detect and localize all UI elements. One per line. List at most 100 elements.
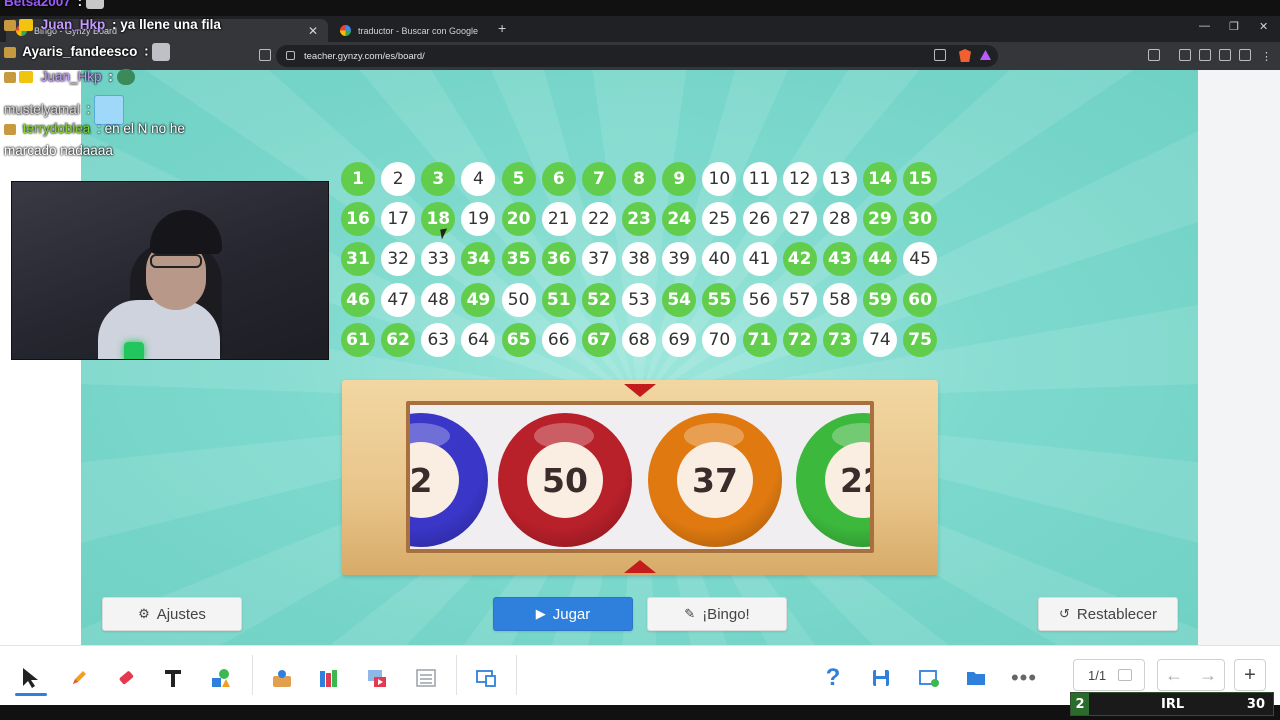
vpn-icon[interactable] (1239, 49, 1251, 61)
bingo-number-61[interactable]: 61 (341, 322, 375, 357)
bingo-number-27[interactable]: 27 (782, 202, 817, 237)
bingo-number-12[interactable]: 12 (782, 162, 817, 196)
page-indicator[interactable]: 1/1 (1073, 659, 1145, 691)
folder-icon[interactable] (964, 666, 988, 690)
bingo-number-55[interactable]: 55 (702, 282, 737, 317)
bingo-number-22[interactable]: 22 (581, 202, 616, 237)
prev-page-icon[interactable]: ← (1158, 659, 1190, 691)
bingo-number-59[interactable]: 59 (862, 282, 897, 317)
bingo-number-29[interactable]: 29 (862, 202, 897, 237)
more-icon[interactable]: ••• (1011, 665, 1036, 690)
bingo-number-60[interactable]: 60 (903, 282, 938, 317)
bingo-number-8[interactable]: 8 (622, 162, 657, 196)
bookmark-icon[interactable] (259, 49, 271, 61)
bingo-number-70[interactable]: 70 (702, 322, 737, 357)
bingo-number-7[interactable]: 7 (581, 162, 616, 196)
bingo-label: ¡Bingo! (702, 605, 750, 623)
share-icon[interactable] (934, 49, 946, 61)
bingo-number-2[interactable]: 2 (381, 162, 416, 196)
bingo-number-13[interactable]: 13 (822, 162, 857, 196)
bingo-number-51[interactable]: 51 (541, 282, 576, 317)
bingo-number-5[interactable]: 5 (501, 162, 536, 196)
sub-badge-icon (4, 46, 16, 58)
settings-button[interactable]: ⚙ Ajustes (102, 597, 242, 631)
irl-label: IRL (1161, 696, 1185, 712)
bingo-number-68[interactable]: 68 (622, 322, 657, 357)
bingo-button[interactable]: ✎ ¡Bingo! (647, 597, 787, 631)
reader-icon[interactable] (1148, 49, 1160, 61)
bingo-number-11[interactable]: 11 (742, 162, 777, 196)
minimize-icon[interactable]: — (1199, 20, 1210, 32)
add-image-icon[interactable] (917, 666, 941, 690)
bingo-number-26[interactable]: 26 (742, 202, 777, 237)
bingo-number-28[interactable]: 28 (822, 202, 857, 237)
sidebar-icon[interactable] (1179, 49, 1191, 61)
bingo-number-48[interactable]: 48 (421, 282, 456, 317)
bingo-number-49[interactable]: 49 (461, 282, 496, 317)
ai-icon[interactable] (1219, 49, 1231, 61)
bingo-number-20[interactable]: 20 (501, 202, 536, 237)
media-icon[interactable] (365, 666, 389, 690)
next-page-icon[interactable]: → (1192, 659, 1224, 691)
tab-traductor[interactable]: traductor - Buscar con Google (330, 19, 490, 42)
bingo-number-72[interactable]: 72 (782, 322, 817, 357)
bingo-number-1[interactable]: 1 (341, 162, 375, 196)
bingo-number-43[interactable]: 43 (822, 242, 857, 277)
bingo-number-64[interactable]: 64 (461, 322, 496, 357)
maximize-icon[interactable]: ❐ (1229, 20, 1239, 33)
eraser-icon[interactable] (114, 666, 138, 690)
bingo-number-42[interactable]: 42 (782, 242, 817, 277)
reset-button[interactable]: ↺ Restablecer (1038, 597, 1178, 631)
bingo-number-36[interactable]: 36 (541, 242, 576, 277)
toolbox-icon[interactable] (270, 666, 294, 690)
bingo-number-69[interactable]: 69 (662, 322, 697, 357)
bingo-number-62[interactable]: 62 (381, 322, 416, 357)
bingo-number-56[interactable]: 56 (742, 282, 777, 317)
bingo-number-58[interactable]: 58 (822, 282, 857, 317)
list-icon[interactable] (414, 666, 438, 690)
bingo-number-46[interactable]: 46 (341, 282, 375, 317)
bingo-number-73[interactable]: 73 (822, 322, 857, 357)
url-field[interactable]: teacher.gynzy.com/es/board/ (276, 45, 998, 67)
bingo-number-16[interactable]: 16 (341, 202, 375, 237)
bingo-number-9[interactable]: 9 (662, 162, 697, 196)
bingo-number-74[interactable]: 74 (862, 322, 897, 357)
bingo-number-41[interactable]: 41 (742, 242, 777, 277)
bingo-number-57[interactable]: 57 (782, 282, 817, 317)
close-window-icon[interactable]: ✕ (1259, 20, 1268, 33)
pointer-icon[interactable] (18, 666, 42, 690)
bingo-number-53[interactable]: 53 (622, 282, 657, 317)
help-icon[interactable]: ? (821, 664, 845, 691)
shapes-icon[interactable] (209, 666, 233, 690)
bingo-number-63[interactable]: 63 (421, 322, 456, 357)
wallet-icon[interactable] (1199, 49, 1211, 61)
bingo-number-75[interactable]: 75 (903, 322, 938, 357)
brave-shield-icon[interactable] (959, 49, 971, 62)
bingo-number-23[interactable]: 23 (622, 202, 657, 237)
bingo-number-47[interactable]: 47 (381, 282, 416, 317)
bingo-number-21[interactable]: 21 (541, 202, 576, 237)
text-icon[interactable] (161, 666, 185, 690)
screen-icon[interactable] (474, 666, 498, 690)
save-icon[interactable] (869, 666, 893, 690)
bingo-number-54[interactable]: 54 (662, 282, 697, 317)
library-icon[interactable] (317, 666, 341, 690)
add-page-icon[interactable]: + (1234, 659, 1266, 691)
bingo-number-6[interactable]: 6 (541, 162, 576, 196)
bingo-number-15[interactable]: 15 (903, 162, 938, 196)
bingo-number-50[interactable]: 50 (501, 282, 536, 317)
pencil-icon[interactable] (67, 666, 91, 690)
new-tab-icon[interactable]: + (498, 20, 506, 36)
close-tab-icon[interactable]: ✕ (308, 24, 318, 38)
bingo-number-66[interactable]: 66 (541, 322, 576, 357)
bingo-number-65[interactable]: 65 (501, 322, 536, 357)
play-button[interactable]: ▶ Jugar (493, 597, 633, 631)
undo-icon: ↺ (1059, 606, 1070, 621)
bingo-number-71[interactable]: 71 (742, 322, 777, 357)
bingo-number-35[interactable]: 35 (501, 242, 536, 277)
bingo-number-14[interactable]: 14 (862, 162, 897, 196)
bingo-number-67[interactable]: 67 (581, 322, 616, 357)
site-info-icon[interactable] (286, 51, 295, 60)
menu-icon[interactable]: ⋮ (1261, 50, 1272, 63)
bingo-number-52[interactable]: 52 (581, 282, 616, 317)
